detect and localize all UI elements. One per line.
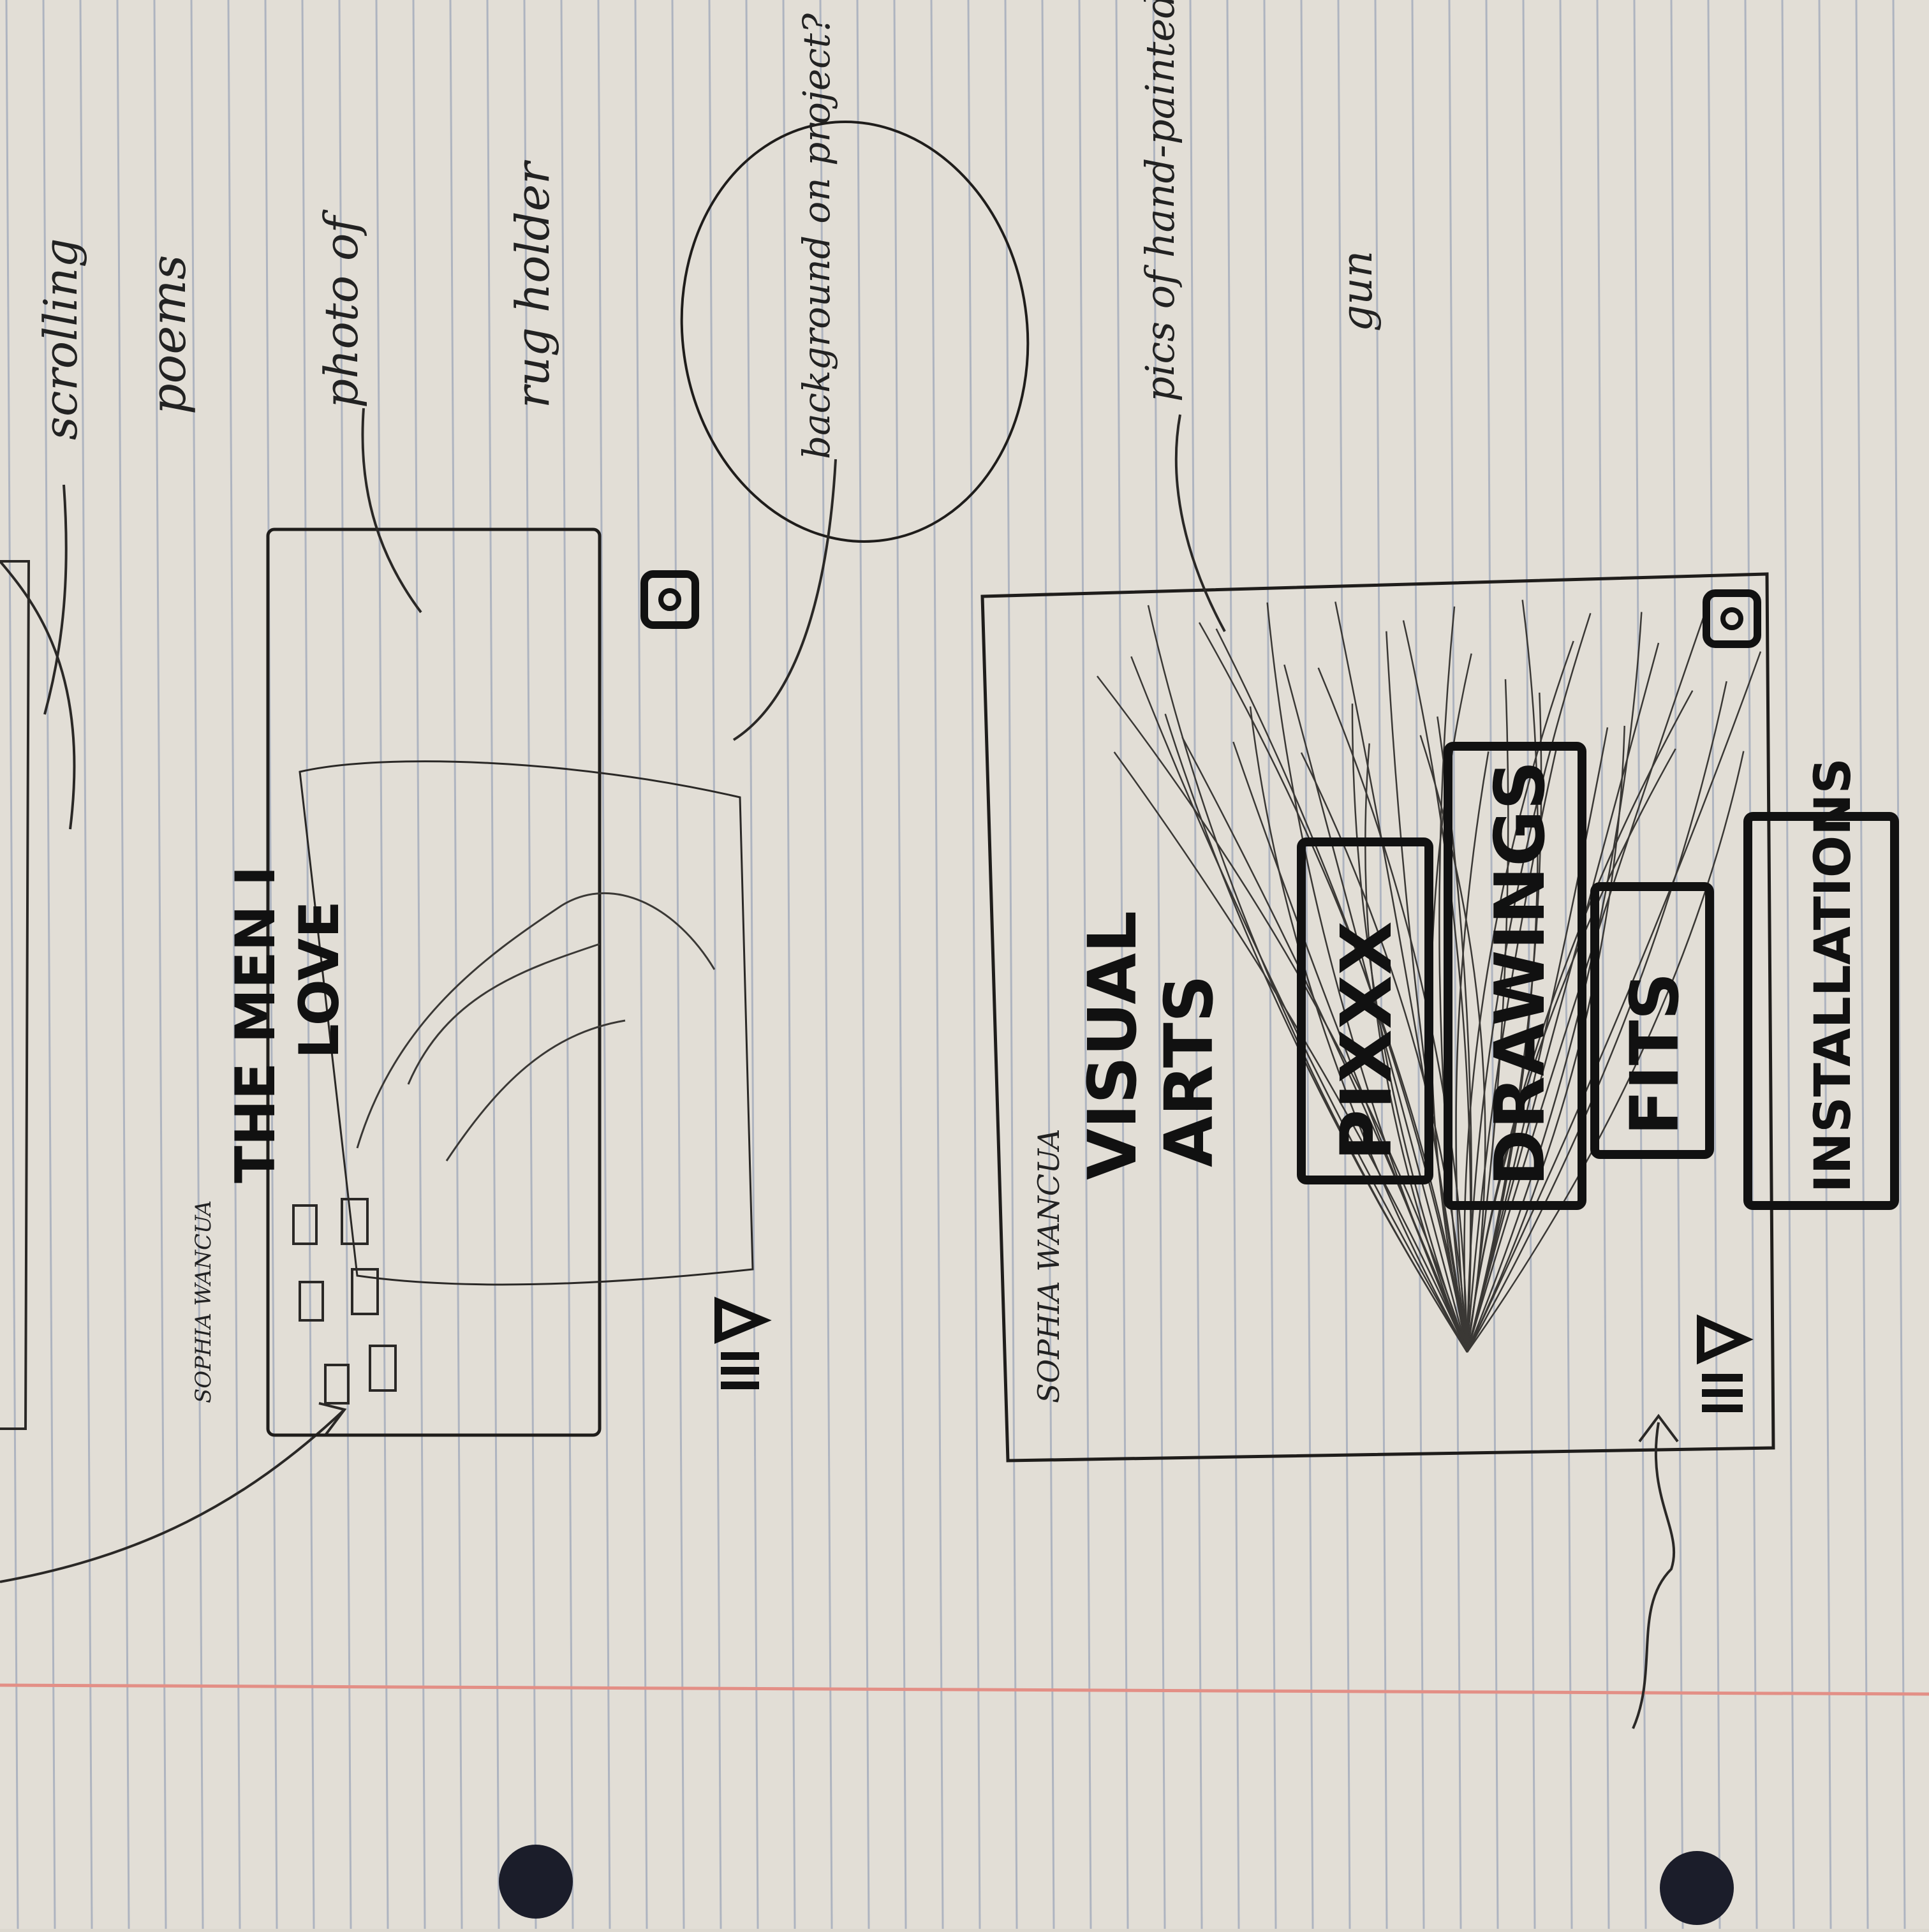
punch-hole — [499, 1845, 573, 1919]
note-rug: rug holder — [506, 160, 559, 408]
notebook-page: THE MEN I LOVE SOPHIA WANCUA scrolling p… — [0, 0, 1929, 1929]
note-photo: photo of — [314, 209, 368, 408]
category-label: INSTALLATIONS — [1805, 758, 1862, 1193]
section-title-line1: VISUAL — [1074, 911, 1151, 1180]
note-pics: pics of hand-painted merch — [1137, 0, 1183, 402]
menu-icon[interactable] — [721, 1352, 759, 1389]
punch-hole — [1660, 1851, 1734, 1925]
category-label: PIXXX — [1326, 921, 1407, 1161]
note-poems: poems — [140, 255, 196, 415]
note-gun: gun — [1333, 251, 1382, 332]
note-scrolling: scrolling — [34, 238, 87, 440]
menu-icon[interactable] — [1702, 1374, 1743, 1412]
brand-name-two: SOPHIA WANCUA — [1031, 1128, 1066, 1403]
project-title-line1: THE MEN I — [224, 866, 288, 1183]
brand-name: SOPHIA WANCUA — [191, 1200, 216, 1403]
project-title-line2: LOVE — [288, 901, 351, 1059]
note-background: background on project? — [795, 13, 838, 459]
sketch-canvas: THE MEN I LOVE SOPHIA WANCUA scrolling p… — [0, 0, 1929, 1929]
category-label: FITS — [1616, 972, 1694, 1135]
section-title-line2: ARTS — [1150, 975, 1228, 1167]
category-label: DRAWINGS — [1481, 760, 1560, 1186]
